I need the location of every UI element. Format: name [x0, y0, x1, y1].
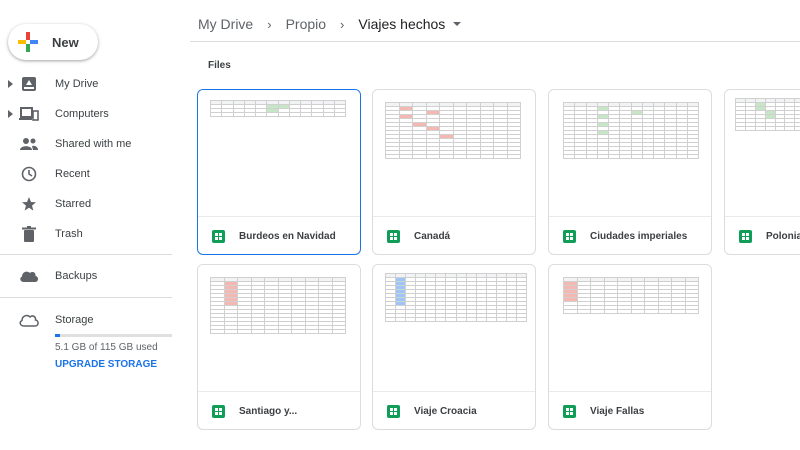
- expand-caret-icon[interactable]: [8, 110, 13, 118]
- chevron-right-icon: ›: [267, 16, 272, 32]
- file-card-footer: Viaje Fallas: [549, 391, 711, 429]
- file-name: Burdeos en Navidad: [239, 231, 336, 242]
- storage-used-text: 5.1 GB of 115 GB used: [55, 342, 158, 353]
- file-thumbnail: [373, 90, 535, 216]
- file-card[interactable]: Ciudades imperiales: [548, 89, 712, 255]
- sidebar-item-starred[interactable]: Starred: [0, 190, 175, 218]
- new-button[interactable]: New: [8, 24, 98, 60]
- computers-icon: [19, 104, 39, 124]
- sidebar-item-label: Shared with me: [55, 138, 132, 150]
- file-card[interactable]: Burdeos en Navidad: [197, 89, 361, 255]
- file-name: Canadá: [414, 231, 451, 242]
- file-card-footer: Canadá: [373, 216, 535, 254]
- chevron-down-icon[interactable]: [453, 22, 462, 26]
- file-card[interactable]: Canadá: [372, 89, 536, 255]
- shared-icon: [19, 134, 39, 154]
- sheets-icon: [387, 230, 400, 243]
- file-thumbnail: [549, 90, 711, 216]
- file-name: Ciudades imperiales: [590, 231, 688, 242]
- files-section-label: Files: [208, 60, 231, 71]
- sidebar-item-backups[interactable]: Backups: [0, 262, 175, 290]
- breadcrumb-my-drive[interactable]: My Drive: [198, 16, 253, 32]
- breadcrumb-current-folder[interactable]: Viajes hechos: [358, 16, 445, 32]
- clock-icon: [19, 164, 39, 184]
- sidebar-item-label: My Drive: [55, 78, 99, 90]
- expand-caret-icon[interactable]: [8, 80, 13, 88]
- sidebar-divider: [0, 254, 172, 255]
- cloud-icon: [19, 266, 39, 286]
- cloud-outline-icon: [19, 310, 39, 330]
- sheets-icon: [563, 405, 576, 418]
- sheets-icon: [212, 230, 225, 243]
- sheets-icon: [739, 230, 752, 243]
- file-card[interactable]: Viaje Croacia: [372, 264, 536, 430]
- upgrade-storage-link[interactable]: UPGRADE STORAGE: [55, 359, 157, 370]
- breadcrumb: My Drive › Propio › Viajes hechos: [198, 14, 462, 34]
- file-card-footer: Ciudades imperiales: [549, 216, 711, 254]
- sidebar-item-trash[interactable]: Trash: [0, 220, 175, 248]
- sidebar-item-label: Starred: [55, 198, 92, 210]
- file-thumbnail: [198, 265, 360, 391]
- sidebar-item-computers[interactable]: Computers: [0, 100, 175, 128]
- file-card-footer: Polonia: [725, 216, 800, 254]
- breadcrumb-propio[interactable]: Propio: [286, 16, 326, 32]
- sidebar-item-label: Recent: [55, 168, 90, 180]
- file-card[interactable]: Viaje Fallas: [548, 264, 712, 430]
- file-card-footer: Santiago y...: [198, 391, 360, 429]
- drive-icon: [19, 74, 39, 94]
- file-name: Viaje Fallas: [590, 406, 645, 417]
- sidebar-item-label: Backups: [55, 270, 98, 282]
- chevron-right-icon: ›: [340, 16, 345, 32]
- drive-app: New My Drive Computers Shared with me Re…: [0, 0, 800, 450]
- header-divider: [190, 41, 800, 42]
- new-button-label: New: [52, 34, 79, 50]
- sidebar-item-storage[interactable]: Storage: [0, 306, 175, 334]
- file-thumbnail: [725, 90, 800, 216]
- sheets-icon: [563, 230, 576, 243]
- trash-icon: [19, 224, 39, 244]
- storage-progress-fill: [55, 334, 61, 337]
- sidebar: New My Drive Computers Shared with me Re…: [0, 0, 190, 450]
- sheets-icon: [387, 405, 400, 418]
- sidebar-item-my-drive[interactable]: My Drive: [0, 70, 175, 98]
- sheets-icon: [212, 405, 225, 418]
- file-thumbnail: [373, 265, 535, 391]
- file-card[interactable]: Santiago y...: [197, 264, 361, 430]
- star-icon: [19, 194, 39, 214]
- file-name: Polonia: [766, 231, 800, 242]
- file-card-footer: Viaje Croacia: [373, 391, 535, 429]
- sidebar-item-label: Trash: [55, 228, 83, 240]
- file-name: Viaje Croacia: [414, 406, 477, 417]
- storage-progress-bar: [55, 334, 172, 337]
- sidebar-item-shared[interactable]: Shared with me: [0, 130, 175, 158]
- file-card-footer: Burdeos en Navidad: [198, 216, 360, 254]
- sidebar-divider: [0, 297, 172, 298]
- sidebar-item-label: Storage: [55, 314, 94, 326]
- sidebar-item-recent[interactable]: Recent: [0, 160, 175, 188]
- plus-icon: [18, 32, 38, 52]
- file-thumbnail: [549, 265, 711, 391]
- file-name: Santiago y...: [239, 406, 298, 417]
- sidebar-item-label: Computers: [55, 108, 109, 120]
- file-thumbnail: [198, 90, 360, 216]
- file-card[interactable]: Polonia: [724, 89, 800, 255]
